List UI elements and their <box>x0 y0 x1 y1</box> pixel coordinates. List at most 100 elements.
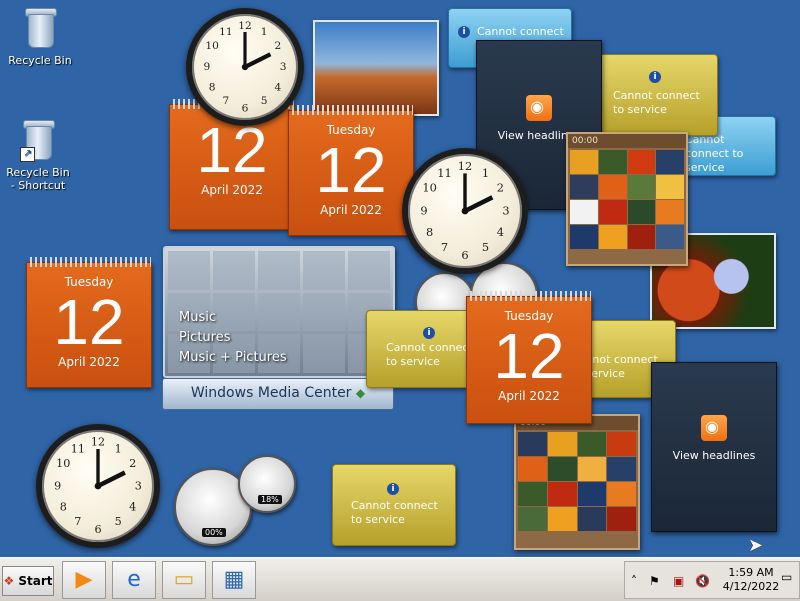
media-center-brand-bar[interactable]: Windows Media Center ◆ <box>162 378 394 410</box>
recycle-bin-icon: ↗ <box>20 118 56 162</box>
media-center-gadget[interactable]: Music Pictures Music + Pictures <box>163 246 395 378</box>
volume-icon[interactable]: 🔇 <box>695 574 710 588</box>
svg-text:6: 6 <box>461 248 468 262</box>
clock-face: 121234567891011 <box>203 20 287 115</box>
ram-percent: 18% <box>258 495 282 504</box>
svg-text:11: 11 <box>219 26 232 38</box>
svg-text:11: 11 <box>71 442 85 455</box>
svg-text:5: 5 <box>115 515 122 528</box>
calendar-month: April 2022 <box>58 355 120 369</box>
calendar-day: 12 <box>53 286 125 358</box>
file-explorer-taskbar-icon[interactable]: ▭ <box>162 561 206 599</box>
svg-text:1: 1 <box>482 166 489 180</box>
weather-message: Cannot connect to service <box>477 25 567 38</box>
calendar-day: 12 <box>315 134 387 206</box>
svg-text:3: 3 <box>135 479 142 492</box>
svg-text:12: 12 <box>91 436 105 449</box>
clock-gadget[interactable]: 12 1 2 3 4 5 6 7 8 9 10 11 <box>36 424 160 548</box>
show-hidden-icons-chevron-icon[interactable]: ˄ <box>631 574 637 588</box>
rss-icon: ◉ <box>526 95 552 121</box>
mouse-cursor-icon: ➤ <box>748 535 764 556</box>
media-player-taskbar-icon[interactable]: ▶ <box>62 561 106 599</box>
view-headlines-link[interactable]: View headlines <box>652 449 776 462</box>
svg-text:12: 12 <box>458 159 473 173</box>
ram-meter-gadget[interactable]: 18% <box>238 455 296 513</box>
clock-gadget[interactable]: 12 1 2 3 4 5 6 7 8 9 10 11 <box>402 148 528 274</box>
svg-text:4: 4 <box>497 225 504 239</box>
media-menu-music-pictures[interactable]: Music + Pictures <box>179 348 287 368</box>
recycle-bin-icon <box>22 6 58 50</box>
media-menu-music[interactable]: Music <box>179 308 287 328</box>
action-center-flag-icon[interactable]: ⚑ <box>649 574 660 588</box>
tray-clock[interactable]: 1:59 AM 4/12/2022 <box>721 566 781 594</box>
puzzle-grid[interactable] <box>516 430 638 533</box>
svg-text:9: 9 <box>420 203 427 217</box>
windows-logo-icon: ◆ <box>355 386 366 400</box>
weather-message: Cannot connect to service <box>351 499 438 526</box>
taskbar: ❖ Start ▶ e ▭ ▦ ˄ ⚑ ▣ 🔇 1:59 AM 4/12/202… <box>0 557 800 601</box>
feed-headlines-gadget[interactable]: ◉ View headlines <box>651 362 777 532</box>
rss-icon: ◉ <box>701 415 727 441</box>
svg-text:10: 10 <box>205 40 219 52</box>
weather-message: Cannot connect to service <box>613 89 700 116</box>
server-manager-taskbar-icon[interactable]: ▦ <box>212 561 256 599</box>
svg-text:2: 2 <box>497 181 504 195</box>
info-icon: i <box>458 26 470 38</box>
clock-face: 12 12 3 45678 9 1011 <box>420 159 509 262</box>
svg-text:7: 7 <box>223 95 230 107</box>
calendar-rings <box>289 105 413 115</box>
weather-gadget[interactable]: i Cannot connect to service <box>598 54 718 136</box>
svg-text:10: 10 <box>422 181 437 195</box>
svg-text:1: 1 <box>261 26 268 38</box>
weather-gadget[interactable]: i Cannot connect to service <box>332 464 456 546</box>
recycle-bin-shortcut-label: Recycle Bin - Shortcut <box>6 166 70 192</box>
svg-text:7: 7 <box>441 240 448 254</box>
slideshow-gadget[interactable] <box>313 20 439 116</box>
calendar-gadget[interactable]: Tuesday 12 April 2022 <box>288 105 414 236</box>
calendar-rings <box>467 291 591 301</box>
svg-text:5: 5 <box>482 240 489 254</box>
svg-text:6: 6 <box>94 523 101 536</box>
show-desktop-icon[interactable]: ▭ <box>781 570 792 584</box>
start-button[interactable]: ❖ Start <box>2 566 54 596</box>
shortcut-arrow-icon: ↗ <box>20 147 35 162</box>
svg-text:8: 8 <box>426 225 433 239</box>
svg-text:5: 5 <box>261 95 268 107</box>
clock-gadget[interactable]: 12 1 2 3 4 5 6 7 8 9 10 11 <box>186 8 304 126</box>
svg-text:9: 9 <box>54 479 61 492</box>
puzzle-grid[interactable] <box>568 148 686 251</box>
internet-explorer-taskbar-icon[interactable]: e <box>112 561 156 599</box>
tray-time: 1:59 AM <box>728 566 774 579</box>
svg-text:4: 4 <box>274 81 281 93</box>
puzzle-timer: 00:00 <box>568 134 686 148</box>
picture-puzzle-gadget[interactable]: 00:00 <box>566 132 688 266</box>
calendar-rings <box>27 257 151 267</box>
calendar-day: 12 <box>493 320 565 392</box>
svg-text:2: 2 <box>274 40 281 52</box>
calendar-gadget[interactable]: Tuesday 12 April 2022 <box>26 257 152 388</box>
svg-text:3: 3 <box>280 61 287 73</box>
weather-message: Cannot connect to service <box>685 133 744 174</box>
media-center-brand: Windows Media Center <box>190 385 352 401</box>
svg-text:2: 2 <box>129 457 136 470</box>
svg-text:4: 4 <box>129 501 136 514</box>
picture-puzzle-gadget[interactable]: 00:00 <box>514 414 640 550</box>
calendar-day: 12 <box>196 114 268 186</box>
svg-text:7: 7 <box>74 515 81 528</box>
recycle-bin-label: Recycle Bin <box>8 54 72 67</box>
svg-text:8: 8 <box>60 501 67 514</box>
svg-text:12: 12 <box>238 20 251 32</box>
system-tray: ˄ ⚑ ▣ 🔇 1:59 AM 4/12/2022 ▭ <box>624 561 800 599</box>
recycle-bin-desktop-icon[interactable]: Recycle Bin <box>5 6 75 67</box>
recycle-bin-shortcut-desktop-icon[interactable]: ↗ Recycle Bin - Shortcut <box>3 118 73 192</box>
clock-face: 121234567891011 <box>54 436 142 536</box>
network-icon[interactable]: ▣ <box>673 574 684 588</box>
start-label: Start <box>18 574 53 588</box>
calendar-gadget[interactable]: Tuesday 12 April 2022 <box>466 291 592 424</box>
svg-text:6: 6 <box>242 103 249 115</box>
media-menu-pictures[interactable]: Pictures <box>179 328 287 348</box>
svg-text:3: 3 <box>502 203 509 217</box>
info-icon: i <box>387 483 399 495</box>
svg-text:8: 8 <box>209 81 216 93</box>
svg-text:11: 11 <box>437 166 452 180</box>
